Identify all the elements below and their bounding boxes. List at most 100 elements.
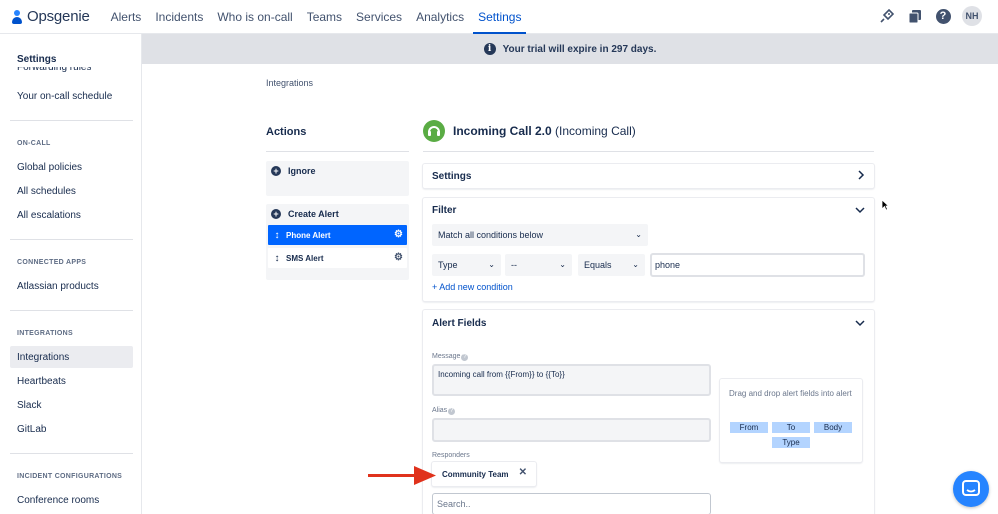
- create-alert-label: Create Alert: [288, 209, 339, 219]
- opsgenie-logo-icon: [12, 9, 22, 24]
- mouse-cursor-icon: [881, 199, 889, 211]
- gear-icon[interactable]: ⚙: [394, 229, 403, 240]
- chat-button[interactable]: [953, 471, 989, 507]
- breadcrumb[interactable]: Integrations: [266, 78, 313, 88]
- nav-settings[interactable]: Settings: [471, 0, 528, 34]
- help-icon: ?: [935, 8, 951, 24]
- responder-chip: Community Team ✕: [432, 462, 536, 486]
- settings-sidebar: Settings Forwarding rules Your on-call s…: [0, 34, 142, 514]
- info-icon: i: [483, 43, 496, 55]
- condition-not-select[interactable]: -- ⌄: [505, 254, 572, 276]
- apps-icon[interactable]: [906, 7, 924, 25]
- chevron-down-icon: ⌄: [559, 260, 566, 269]
- add-new-condition-link[interactable]: + Add new condition: [432, 282, 513, 292]
- plus-icon: +: [271, 209, 281, 219]
- sidebar-divider: [10, 453, 133, 454]
- sidebar-item-heartbeats[interactable]: Heartbeats: [10, 370, 133, 392]
- sidebar-item-gitlab[interactable]: GitLab: [10, 418, 133, 440]
- field-chip-to[interactable]: To: [772, 422, 810, 433]
- sidebar-section-integrations: INTEGRATIONS: [17, 330, 73, 337]
- create-alert-action: + Create Alert ↕ Phone Alert ⚙ ↕ SMS Ale…: [266, 204, 409, 280]
- top-navigation: Opsgenie Alerts Incidents Who is on-call…: [0, 0, 998, 34]
- plus-icon: +: [271, 166, 281, 176]
- nav-analytics[interactable]: Analytics: [409, 0, 471, 34]
- integration-title: Incoming Call 2.0 (Incoming Call): [453, 124, 636, 138]
- filter-panel: Filter Match all conditions below ⌄ Type…: [423, 198, 874, 301]
- annotation-arrow-icon: [368, 466, 436, 485]
- sidebar-item-slack[interactable]: Slack: [10, 394, 133, 416]
- chat-icon: [962, 480, 980, 496]
- chevron-right-icon: [857, 170, 865, 182]
- opsgenie-logo[interactable]: Opsgenie: [12, 8, 90, 25]
- sidebar-title: Settings: [17, 54, 57, 65]
- drag-hint: Drag and drop alert fields into alert: [729, 389, 852, 398]
- avatar[interactable]: NH: [962, 6, 982, 26]
- alias-field[interactable]: [432, 418, 711, 442]
- match-conditions-select[interactable]: Match all conditions below ⌄: [432, 224, 648, 246]
- drag-handle-icon[interactable]: ↕: [273, 253, 281, 264]
- nav-services[interactable]: Services: [349, 0, 409, 34]
- sidebar-item-atlassian-products[interactable]: Atlassian products: [10, 275, 133, 297]
- sidebar-item-all-escalations[interactable]: All escalations: [10, 204, 133, 226]
- sidebar-item-your-on-call-schedule[interactable]: Your on-call schedule: [10, 85, 133, 107]
- rocket-icon[interactable]: [878, 7, 896, 25]
- sidebar-item-all-schedules[interactable]: All schedules: [10, 180, 133, 202]
- rule-sms-alert[interactable]: ↕ SMS Alert ⚙: [268, 248, 407, 268]
- ignore-action[interactable]: + Ignore: [266, 161, 409, 196]
- alert-fields-drag-panel: Drag and drop alert fields into alert Fr…: [720, 379, 862, 462]
- help-icon[interactable]: ?: [461, 354, 469, 361]
- rule-label: Phone Alert: [286, 230, 331, 240]
- help-button[interactable]: ?: [934, 7, 952, 25]
- sidebar-section-connected-apps: CONNECTED APPS: [17, 259, 87, 266]
- responders-label: Responders: [432, 452, 470, 459]
- chevron-down-icon[interactable]: [855, 319, 865, 329]
- create-alert-header[interactable]: + Create Alert: [266, 204, 409, 224]
- drag-handle-icon[interactable]: ↕: [273, 230, 281, 241]
- sidebar-item-integrations[interactable]: Integrations: [10, 346, 133, 368]
- rule-label: SMS Alert: [286, 253, 324, 263]
- gear-icon[interactable]: ⚙: [394, 252, 403, 263]
- nav-alerts[interactable]: Alerts: [104, 0, 149, 34]
- sidebar-divider: [10, 310, 133, 311]
- close-icon[interactable]: ✕: [519, 467, 527, 478]
- chevron-down-icon: ⌄: [488, 260, 495, 269]
- nav-who-is-on-call[interactable]: Who is on-call: [210, 0, 299, 34]
- nav-incidents[interactable]: Incidents: [148, 0, 210, 34]
- headset-icon: [428, 126, 440, 136]
- condition-field-value: Type: [438, 260, 458, 270]
- message-value: Incoming call from {{From}} to {{To}}: [438, 370, 565, 379]
- chevron-down-icon: ⌄: [635, 230, 642, 239]
- condition-field-select[interactable]: Type ⌄: [432, 254, 501, 276]
- nav-teams[interactable]: Teams: [300, 0, 349, 34]
- field-chip-body[interactable]: Body: [814, 422, 852, 433]
- message-field[interactable]: Incoming call from {{From}} to {{To}}: [432, 364, 711, 396]
- responder-name: Community Team: [442, 469, 509, 479]
- match-conditions-value: Match all conditions below: [438, 230, 544, 240]
- chevron-down-icon: ⌄: [632, 260, 639, 269]
- main-content: i Your trial will expire in 297 days. In…: [142, 34, 998, 514]
- actions-divider: [266, 151, 409, 152]
- sidebar-section-on-call: ON-CALL: [17, 140, 51, 147]
- help-icon[interactable]: ?: [448, 408, 456, 415]
- sidebar-item-global-policies[interactable]: Global policies: [10, 156, 133, 178]
- ignore-label: Ignore: [288, 166, 316, 176]
- condition-value-input[interactable]: phone: [650, 253, 865, 277]
- field-chip-from[interactable]: From: [730, 422, 768, 433]
- field-chip-type[interactable]: Type: [772, 437, 810, 448]
- integration-type: (Incoming Call): [555, 124, 636, 138]
- sidebar-item-forwarding-rules[interactable]: Forwarding rules: [17, 67, 91, 74]
- condition-operator-select[interactable]: Equals ⌄: [578, 254, 645, 276]
- alias-label: Alias?: [432, 407, 456, 415]
- integration-divider: [423, 151, 874, 152]
- sidebar-item-conference-rooms[interactable]: Conference rooms: [10, 489, 133, 511]
- trial-banner: i Your trial will expire in 297 days.: [142, 34, 998, 64]
- responders-search-input[interactable]: Search..: [432, 493, 711, 514]
- chevron-down-icon[interactable]: [855, 206, 865, 216]
- actions-title: Actions: [266, 126, 307, 138]
- alert-fields-panel: Alert Fields Message? Incoming call from…: [423, 310, 874, 514]
- settings-panel[interactable]: Settings: [423, 164, 874, 188]
- rule-phone-alert[interactable]: ↕ Phone Alert ⚙: [268, 225, 407, 245]
- responders-search-placeholder: Search..: [437, 499, 471, 509]
- sidebar-section-incident-configurations: INCIDENT CONFIGURATIONS: [17, 473, 123, 480]
- condition-operator-value: Equals: [584, 260, 612, 270]
